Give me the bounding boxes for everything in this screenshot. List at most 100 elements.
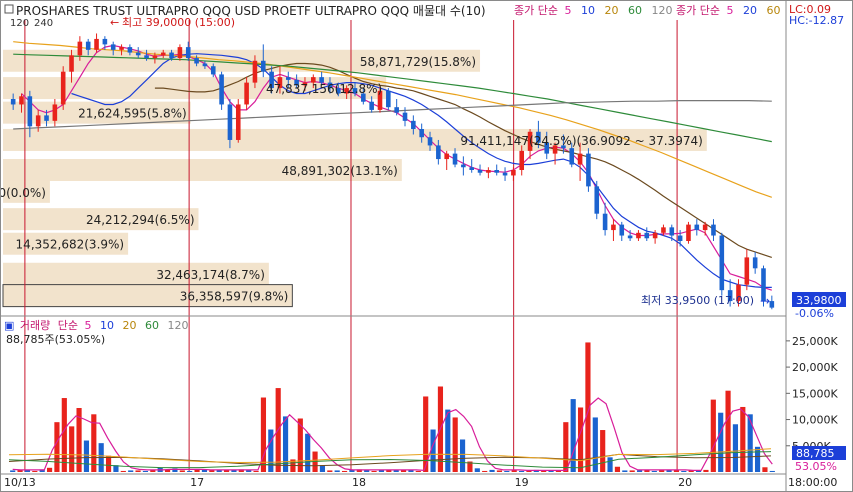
profile-label: 32,463,174(8.7%)	[156, 268, 265, 282]
volume-bar	[710, 399, 716, 472]
volume-bar	[452, 417, 458, 472]
price-ma-legend-right-label: 종가 단순	[676, 4, 720, 17]
candle-body	[202, 63, 208, 67]
volume-bar	[209, 470, 215, 472]
candle-body	[486, 170, 491, 173]
profile-label: 91,411,147(24.5%)(36.9092 ~ 37.3974)	[460, 134, 702, 148]
volume-bar	[231, 470, 237, 472]
volume-bar	[46, 467, 53, 472]
candle-body	[260, 60, 266, 72]
volume-tick-label: 15,000K	[792, 387, 838, 400]
volume-tick-label: 10,000K	[792, 414, 838, 427]
volume-bar	[142, 470, 149, 472]
profile-label: 24,212,294(6.5%)	[86, 213, 195, 227]
volume-bar	[69, 426, 75, 472]
volume-bar	[548, 470, 554, 472]
volume-bar	[673, 470, 680, 472]
candle-body	[586, 153, 591, 187]
x-tick-label: 19	[515, 476, 529, 489]
volume-bar	[474, 468, 480, 472]
volume-bar	[408, 470, 414, 472]
volume-bar	[120, 470, 126, 472]
candle-body	[702, 224, 708, 231]
volume-bar	[305, 433, 311, 472]
low-arrow-icon: →	[760, 294, 770, 308]
candle-body	[652, 232, 658, 239]
volume-bar	[334, 470, 340, 472]
x-tick-label: 10/13	[4, 476, 36, 489]
volume-bar	[61, 398, 67, 472]
price-ma-legend-120: 120	[651, 4, 672, 17]
candle-body	[110, 44, 116, 50]
volume-bar	[622, 470, 628, 472]
volume-bar	[747, 414, 753, 472]
aux-label-240: 240	[34, 18, 53, 29]
profile-label: 47,837,156(12.8%)	[266, 82, 382, 96]
volume-legend-ma-label: 단순	[58, 319, 78, 332]
profile-label: 48,891,302(13.1%)	[282, 164, 398, 178]
volume-bar	[364, 470, 370, 472]
volume-bar	[105, 455, 112, 472]
volume-bar	[651, 470, 657, 472]
profile-label: 58,871,729(15.8%)	[360, 55, 476, 69]
chart-title: PROSHARES TRUST ULTRAPRO QQQ USD PROETF …	[16, 4, 486, 18]
candle-body	[402, 112, 408, 121]
volume-bar	[754, 446, 761, 472]
candle-body	[177, 47, 183, 59]
volume-bar	[600, 430, 606, 472]
candle-body	[27, 96, 33, 127]
candle-body	[144, 55, 149, 59]
volume-bar	[614, 466, 621, 472]
price-ma-legend-20: 20	[604, 4, 618, 17]
volume-bar	[194, 469, 200, 472]
x-tick-label-time: 18:00:00	[788, 476, 837, 489]
candle-body	[686, 224, 691, 241]
candle-body	[436, 145, 441, 160]
candle-body	[119, 47, 124, 50]
candle-body	[127, 47, 133, 53]
candle-body	[369, 101, 374, 110]
candle-body	[160, 52, 166, 56]
candle-body	[594, 186, 600, 214]
volume-bar	[32, 470, 38, 472]
volume-bar	[268, 429, 274, 472]
price-ma-legend-5: 5	[564, 4, 571, 17]
candle-body	[519, 150, 525, 170]
price-ma-legend-60: 60	[628, 4, 642, 17]
candle-body	[694, 224, 700, 231]
candle-body	[169, 52, 174, 59]
candle-body	[252, 60, 258, 83]
volume-bar	[327, 470, 333, 472]
hc-label: HC:-12.87	[789, 14, 844, 27]
candle-body	[10, 99, 16, 105]
volume-bar	[681, 470, 687, 472]
candle-body	[135, 52, 141, 56]
volume-legend-icon: ▣	[4, 319, 14, 332]
price-ma-legend-right-20: 20	[743, 4, 757, 17]
volume-bar	[253, 470, 259, 472]
candle-body	[44, 115, 49, 121]
volume-bar	[703, 469, 709, 472]
volume-legend-label: 거래량	[20, 319, 50, 332]
candle-body	[644, 232, 650, 239]
x-tick-label: 18	[352, 476, 366, 489]
volume-bar	[54, 422, 60, 472]
current-price-tag: 33,9800	[796, 294, 842, 307]
volume-bar	[659, 470, 665, 472]
volume-bar	[718, 412, 724, 472]
volume-bar	[504, 470, 510, 472]
volume-bar	[769, 470, 775, 472]
current-volume-label: 88,785주(53.05%)	[6, 333, 105, 346]
candle-body	[669, 227, 675, 236]
volume-legend-120: 120	[168, 319, 189, 332]
chart-root: 58,871,729(15.8%) 48,891,302(13.1%) 91,411…	[0, 0, 853, 492]
candle-body	[19, 96, 24, 105]
candle-body	[394, 107, 399, 113]
volume-bar	[570, 399, 576, 472]
volume-bar	[187, 470, 193, 472]
candle-body	[427, 137, 433, 146]
volume-bar	[563, 422, 569, 472]
volume-bar	[636, 470, 643, 472]
candle-body	[719, 235, 725, 291]
stock-chart: 58,871,729(15.8%) 48,891,302(13.1%) 91,411…	[0, 0, 853, 492]
